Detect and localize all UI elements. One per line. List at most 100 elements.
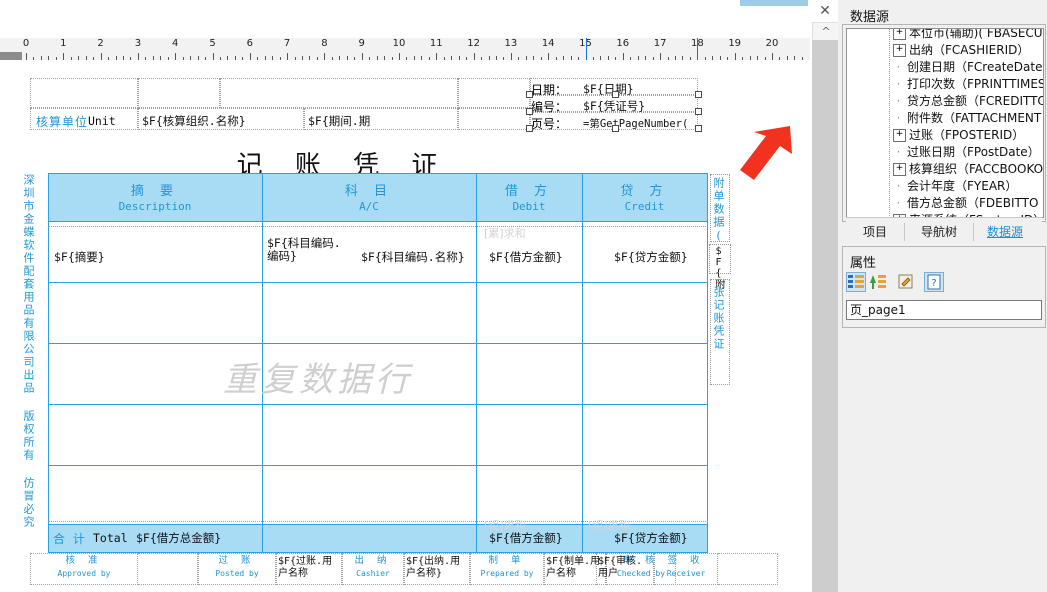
signature-label-posted-en: Posted by xyxy=(199,568,275,579)
tree-leaf-icon: · xyxy=(893,178,904,195)
signature-value-posted-text[interactable]: $F{过账.用户名称 xyxy=(277,554,341,582)
date-field[interactable]: $F{日期} xyxy=(583,81,634,97)
field-description[interactable]: $F{摘要} xyxy=(54,249,105,265)
tree-node[interactable]: ·打印次数（FPRINTTIMES xyxy=(847,76,1043,93)
date-label: 日期： xyxy=(531,81,567,98)
field-debit-amount[interactable]: $F{借方金额} xyxy=(489,249,563,265)
signature-value-receiver[interactable] xyxy=(718,553,778,585)
vertical-scrollbar[interactable] xyxy=(812,40,838,592)
tree-node-label: 借方总金额（FDEBITTO xyxy=(907,196,1038,210)
header-cell-title[interactable] xyxy=(220,78,458,108)
tree-node[interactable]: ·会计年度（FYEAR） xyxy=(847,178,1043,195)
column-header-debit-en: Debit xyxy=(476,200,582,214)
number-field[interactable]: $F{凭证号} xyxy=(583,98,645,114)
tree-node-label: 打印次数（FPRINTTIMES xyxy=(907,77,1044,91)
signature-cell-prepared[interactable]: 制 单 Prepared by xyxy=(470,553,544,585)
chevron-up-icon[interactable]: ^ xyxy=(812,22,840,41)
ruler-label-6: 6 xyxy=(247,38,253,49)
tree-node[interactable]: ·借方总金额（FDEBITTO xyxy=(847,195,1043,212)
signature-cell-posted[interactable]: 过 账 Posted by xyxy=(198,553,276,585)
ruler-margin-guide-15[interactable] xyxy=(586,38,587,60)
tree-node-list[interactable]: +本位币(辅助)( FBASECU+出纳（FCASHIERID）·创建日期（FC… xyxy=(847,28,1043,218)
datasource-tree[interactable]: +本位币(辅助)( FBASECU+出纳（FCASHIERID）·创建日期（FC… xyxy=(846,28,1044,218)
panel-tabbar[interactable]: 项目 导航树 数据源 xyxy=(846,217,1042,246)
property-pages-icon[interactable] xyxy=(896,272,916,292)
sort-categorized-icon[interactable] xyxy=(846,272,866,292)
ruler-label-17: 17 xyxy=(654,38,667,49)
field-total-debit[interactable]: $F{借方金额} xyxy=(489,530,563,546)
field-account-name[interactable]: $F{科目编码.名称} xyxy=(361,249,465,265)
tab-projects[interactable]: 项目 xyxy=(846,218,904,246)
signature-cell-approved[interactable]: 核 准 Approved by xyxy=(30,553,138,585)
ruler-label-20: 20 xyxy=(766,38,779,49)
signature-label-approved-cn: 核 准 xyxy=(31,554,137,568)
expand-icon[interactable]: + xyxy=(893,163,906,176)
selection-handle-w[interactable] xyxy=(526,108,533,115)
selection-handle-nw[interactable] xyxy=(526,91,533,98)
field-total-credit[interactable]: $F{贷方金额} xyxy=(614,530,688,546)
signature-cell-cashier[interactable]: 出 纳 Cashier xyxy=(342,553,404,585)
number-label: 编号： xyxy=(531,98,567,115)
field-credit-amount[interactable]: $F{贷方金额} xyxy=(614,249,688,265)
property-toolbar[interactable]: ? xyxy=(846,272,1042,296)
tab-datasource[interactable]: 数据源 xyxy=(974,218,1036,246)
tree-node[interactable]: +核算组织（FACCBOOKO xyxy=(847,161,1043,178)
help-icon[interactable]: ? xyxy=(924,272,944,292)
sort-alpha-icon[interactable] xyxy=(868,272,888,292)
pagenum-field[interactable]: =第GetPageNumber( xyxy=(583,116,688,131)
signature-value-checked-text[interactable]: $F{审核.用户 xyxy=(597,554,653,582)
selection-handle-ne[interactable] xyxy=(695,91,702,98)
selection-handle-e[interactable] xyxy=(695,108,702,115)
tree-node[interactable]: ·创建日期（FCreateDate xyxy=(847,59,1043,76)
signature-value-cashier-text[interactable]: $F{出纳.用户名称} xyxy=(405,554,469,582)
tree-leaf-icon: · xyxy=(893,110,904,127)
unit-label-cn: 核算单位 xyxy=(36,113,88,130)
selection-handle-se[interactable] xyxy=(695,125,702,132)
tree-node[interactable]: +过账（FPOSTERID） xyxy=(847,127,1043,144)
signature-cell-checked-value[interactable]: $F{审核.用户 xyxy=(596,553,654,585)
ruler-label-19: 19 xyxy=(728,38,741,49)
unit-value-field[interactable]: $F{核算组织.名称} xyxy=(142,113,246,129)
tree-node[interactable]: +本位币(辅助)( FBASECU xyxy=(847,28,1043,42)
expand-icon[interactable]: + xyxy=(893,28,906,40)
design-canvas[interactable]: 记 账 凭 证 核算单位 Unit $F{核算组织.名称} $F{期间.期 日期… xyxy=(0,60,810,592)
report-page[interactable]: 记 账 凭 证 核算单位 Unit $F{核算组织.名称} $F{期间.期 日期… xyxy=(18,74,718,574)
ruler-tick-major xyxy=(101,53,102,60)
ruler-tick-major xyxy=(548,53,549,60)
top-strip xyxy=(0,0,810,36)
signature-cell-receiver[interactable]: 签 收 Receiver xyxy=(654,553,718,585)
selection-handle-s[interactable] xyxy=(612,125,619,132)
tab-navtree[interactable]: 导航树 xyxy=(905,218,973,246)
unit-label-en: Unit xyxy=(88,114,116,128)
header-cell-a1[interactable] xyxy=(30,78,138,108)
header-cell-b1[interactable] xyxy=(138,78,220,108)
close-icon[interactable]: ✕ xyxy=(816,2,834,20)
svg-text:?: ? xyxy=(931,278,936,289)
ruler-tick-major xyxy=(436,53,437,60)
tree-node[interactable]: ·附件数（FATTACHMENT xyxy=(847,110,1043,127)
selection-handle-n[interactable] xyxy=(612,91,619,98)
active-tab-indicator xyxy=(740,0,808,6)
header-cell-d1[interactable] xyxy=(458,78,530,108)
selected-object-field[interactable]: 页_page1 xyxy=(846,300,1042,320)
expand-icon[interactable]: + xyxy=(893,44,906,57)
ruler-tick-major xyxy=(735,53,736,60)
tree-node[interactable]: ·贷方总金额（FCREDITTO xyxy=(847,93,1043,110)
ruler-margin-guide-18[interactable] xyxy=(697,38,698,60)
signature-value-approved[interactable] xyxy=(138,553,198,585)
ruler-label-5: 5 xyxy=(209,38,215,49)
grid-line-h2 xyxy=(48,282,708,283)
tree-node[interactable]: ·过账日期（FPostDate） xyxy=(847,144,1043,161)
red-arrow-annotation xyxy=(718,118,798,198)
column-header-credit: 贷 方 Credit xyxy=(582,183,707,214)
selection-handle-sw[interactable] xyxy=(526,125,533,132)
column-header-credit-en: Credit xyxy=(582,200,707,214)
field-account-code[interactable]: $F{科目编码.编码} xyxy=(267,237,351,263)
period-field[interactable]: $F{期间.期 xyxy=(308,113,370,129)
signature-value-cashier[interactable]: $F{出纳.用户名称} xyxy=(404,553,470,585)
signature-value-posted[interactable]: $F{过账.用户名称 xyxy=(276,553,342,585)
header-cell-spacer[interactable] xyxy=(458,108,530,130)
tree-node[interactable]: +出纳（FCASHIERID） xyxy=(847,42,1043,59)
expand-icon[interactable]: + xyxy=(893,129,906,142)
field-total-text[interactable]: $F{借方总金额} xyxy=(136,530,221,546)
